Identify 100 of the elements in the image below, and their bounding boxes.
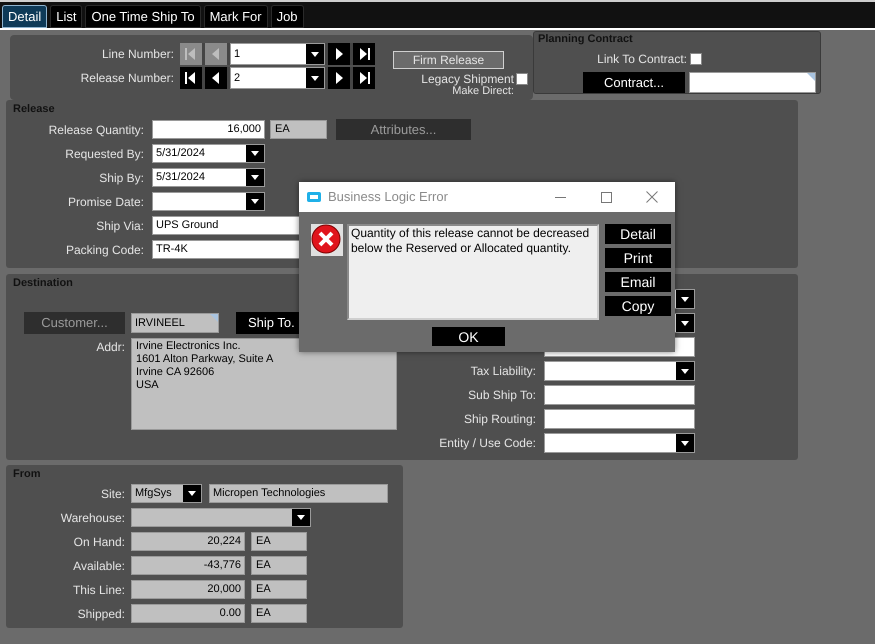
last-icon [357,71,371,85]
nav-button[interactable] [205,67,227,89]
quantity-field[interactable]: 20,000 [131,580,245,599]
site-dropdown[interactable]: MfgSys [131,484,202,503]
field-label: Ship Via: [95,218,144,234]
customer-field[interactable]: IRVINEEL [131,313,219,333]
corner-marker-icon [807,73,815,81]
dropdown-button[interactable] [246,169,264,186]
caret-icon [681,296,689,302]
dropdown-button[interactable] [292,509,310,526]
checkbox[interactable] [690,53,702,65]
date-dropdown[interactable] [152,192,265,211]
section-title: Release [13,102,55,115]
field-label: Promise Date: [66,194,144,210]
quantity-field[interactable]: -43,776 [131,556,245,575]
caret-icon [188,491,196,496]
minimize-icon [554,196,566,198]
dropdown-button[interactable] [676,362,694,380]
dropdown-button[interactable] [676,290,694,308]
dropdown-button[interactable] [306,44,324,64]
field-label: Line Number: [100,46,174,63]
address-field[interactable]: Irvine Electronics Inc. 1601 Alton Parkway, Suite A Irvine CA 92606 USA [131,338,397,430]
quantity-field[interactable]: 16,000 [152,120,265,139]
firm-release-button[interactable]: Firm Release [393,51,504,69]
unit-field: EA [251,556,307,575]
field-label: Addr: [95,339,125,356]
first-icon [184,47,198,61]
error-icon [311,224,343,256]
field-label: On Hand: [72,534,125,550]
number-dropdown[interactable]: 2 [230,67,325,89]
dropdown-button[interactable] [246,145,264,162]
last-icon [357,47,371,61]
dialog-title: Business Logic Error [328,188,449,206]
caret-icon [251,151,259,156]
dropdown-button[interactable] [306,68,324,88]
dialog-button[interactable]: Print [605,248,671,268]
contract-field[interactable] [689,72,816,93]
number-dropdown[interactable]: 1 [230,43,325,65]
field-label: Warehouse: [60,510,125,526]
tab[interactable]: List [50,5,82,28]
app-icon [307,192,321,202]
tab[interactable]: Detail [2,5,48,28]
dropdown-button[interactable] [676,434,694,452]
warehouse-dropdown[interactable] [131,508,311,527]
error-message: Quantity of this release cannot be decreased below the Reserved or Allocated quantity. [347,224,599,320]
field-label: Release Number: [80,70,174,87]
nav-button[interactable] [353,67,375,89]
field-label: Ship Routing: [462,411,536,428]
unit-field: EA [251,580,307,599]
input-field[interactable] [544,409,695,429]
dropdown-button[interactable] [183,485,201,502]
field-label: Site: [100,486,125,502]
first-icon [184,71,198,85]
unit-field: EA [251,604,307,623]
dropdown-button[interactable] [676,314,694,332]
quantity-field[interactable]: 0.00 [131,604,245,623]
dropdown-field[interactable] [544,433,695,453]
field-label: This Line: [72,582,125,598]
tab[interactable]: Job [270,5,304,28]
site-name-field[interactable]: Micropen Technologies [209,484,388,503]
dropdown-button[interactable] [246,193,264,210]
date-dropdown[interactable]: 5/31/2024 [152,168,265,187]
nav-button[interactable] [328,67,350,89]
tab[interactable]: Mark For [204,5,268,28]
nav-button[interactable] [353,43,375,65]
field-label: Requested By: [64,146,144,162]
dialog-button[interactable]: Email [605,272,671,292]
unit-field: EA [251,532,307,551]
caret-icon [311,76,319,80]
field-label: Ship By: [98,170,144,186]
checkbox-label: Legacy Shipment [421,71,514,86]
dropdown-field[interactable] [544,361,695,381]
dialog-button[interactable]: Copy [605,296,671,316]
corner-marker-icon [210,314,218,322]
field-label: Make Direct: [452,86,515,97]
caret-icon [251,199,259,204]
date-dropdown[interactable]: 5/31/2024 [152,144,265,163]
caret-icon [251,175,259,180]
dialog-button[interactable]: Detail [605,224,671,244]
field-label: Shipped: [76,606,125,622]
close-icon [646,191,658,203]
field-label: Tax Liability: [470,363,536,380]
tab[interactable]: One Time Ship To [85,5,201,28]
field-label: Available: [72,558,125,574]
quantity-field[interactable]: 20,224 [131,532,245,551]
field-label: Sub Ship To: [467,387,536,404]
nav-button[interactable] [180,67,202,89]
input-field[interactable] [544,385,695,405]
caret-icon [311,52,319,56]
field-label: Release Quantity: [48,122,144,138]
section-title: Destination [13,276,73,289]
contract-button[interactable]: Contract... [583,72,685,93]
field-label: Packing Code: [64,242,144,258]
nav-button[interactable] [328,43,350,65]
caret-icon [297,515,305,520]
ok-button[interactable]: OK [432,327,505,346]
checkbox[interactable] [516,73,528,85]
unit-field: EA [270,120,327,139]
caret-icon [681,440,689,446]
maximize-icon [600,192,612,202]
